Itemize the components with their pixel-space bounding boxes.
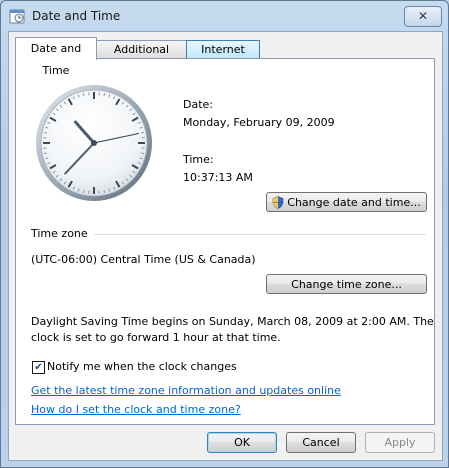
ok-button[interactable]: OK [207, 432, 277, 453]
close-icon: ✕ [417, 9, 429, 23]
how-to-set-clock-link[interactable]: How do I set the clock and time zone? [31, 403, 241, 416]
change-date-time-label: Change date and time... [287, 196, 421, 209]
clock-minute-tick [44, 152, 48, 155]
time-zone-value: (UTC-06:00) Central Time (US & Canada) [31, 253, 256, 266]
clock-minute-tick [82, 189, 85, 193]
tab-date-and-time[interactable]: Date and Time [15, 37, 97, 77]
dst-info-line-1: Daylight Saving Time begins on Sunday, M… [31, 315, 434, 328]
close-button[interactable]: ✕ [404, 6, 442, 27]
notify-label[interactable]: Notify me when the clock changes [47, 360, 237, 373]
clock-minute-tick [82, 93, 85, 97]
dst-info-line-2: clock is set to go forward 1 hour at tha… [31, 331, 281, 344]
time-zone-separator [94, 234, 426, 235]
apply-label: Apply [384, 436, 416, 449]
tab-panel-date-and-time: Date: Monday, February 09, 2009 Time: 10… [15, 58, 435, 425]
tab-internet-time[interactable]: Internet Time [186, 40, 260, 74]
cancel-button[interactable]: Cancel [286, 432, 356, 453]
change-time-zone-label: Change time zone... [291, 278, 402, 291]
apply-button[interactable]: Apply [365, 432, 435, 453]
clock-minute-tick [103, 189, 106, 193]
date-value: Monday, February 09, 2009 [183, 116, 335, 129]
date-label: Date: [183, 98, 213, 111]
time-zone-header: Time zone [31, 227, 88, 240]
uac-shield-icon [272, 196, 284, 209]
checkmark-icon: ✔ [34, 362, 43, 373]
clock-center-pin [91, 140, 97, 146]
cancel-label: Cancel [302, 436, 340, 449]
analog-clock [36, 85, 152, 201]
clock-minute-tick [140, 131, 144, 134]
change-time-zone-button[interactable]: Change time zone... [266, 274, 427, 294]
ok-label: OK [234, 436, 250, 449]
time-label: Time: [183, 153, 214, 166]
date-time-dialog: Date and Time ✕ Date and Time Additional… [0, 0, 449, 468]
clock-minute-tick [140, 152, 144, 155]
tab-additional-clocks[interactable]: Additional Clocks [96, 40, 187, 74]
notify-checkbox[interactable]: ✔ [32, 361, 45, 374]
clock-minute-tick [44, 131, 48, 134]
clock-minute-tick [103, 93, 106, 97]
date-time-app-icon [9, 9, 25, 24]
title-bar[interactable]: Date and Time ✕ [1, 1, 448, 31]
latest-time-zone-info-link[interactable]: Get the latest time zone information and… [31, 384, 341, 397]
window-title: Date and Time [32, 9, 121, 23]
dialog-body: Date and Time Additional Clocks Internet… [8, 31, 443, 461]
change-date-time-button[interactable]: Change date and time... [266, 192, 427, 212]
time-value: 10:37:13 AM [183, 171, 253, 184]
